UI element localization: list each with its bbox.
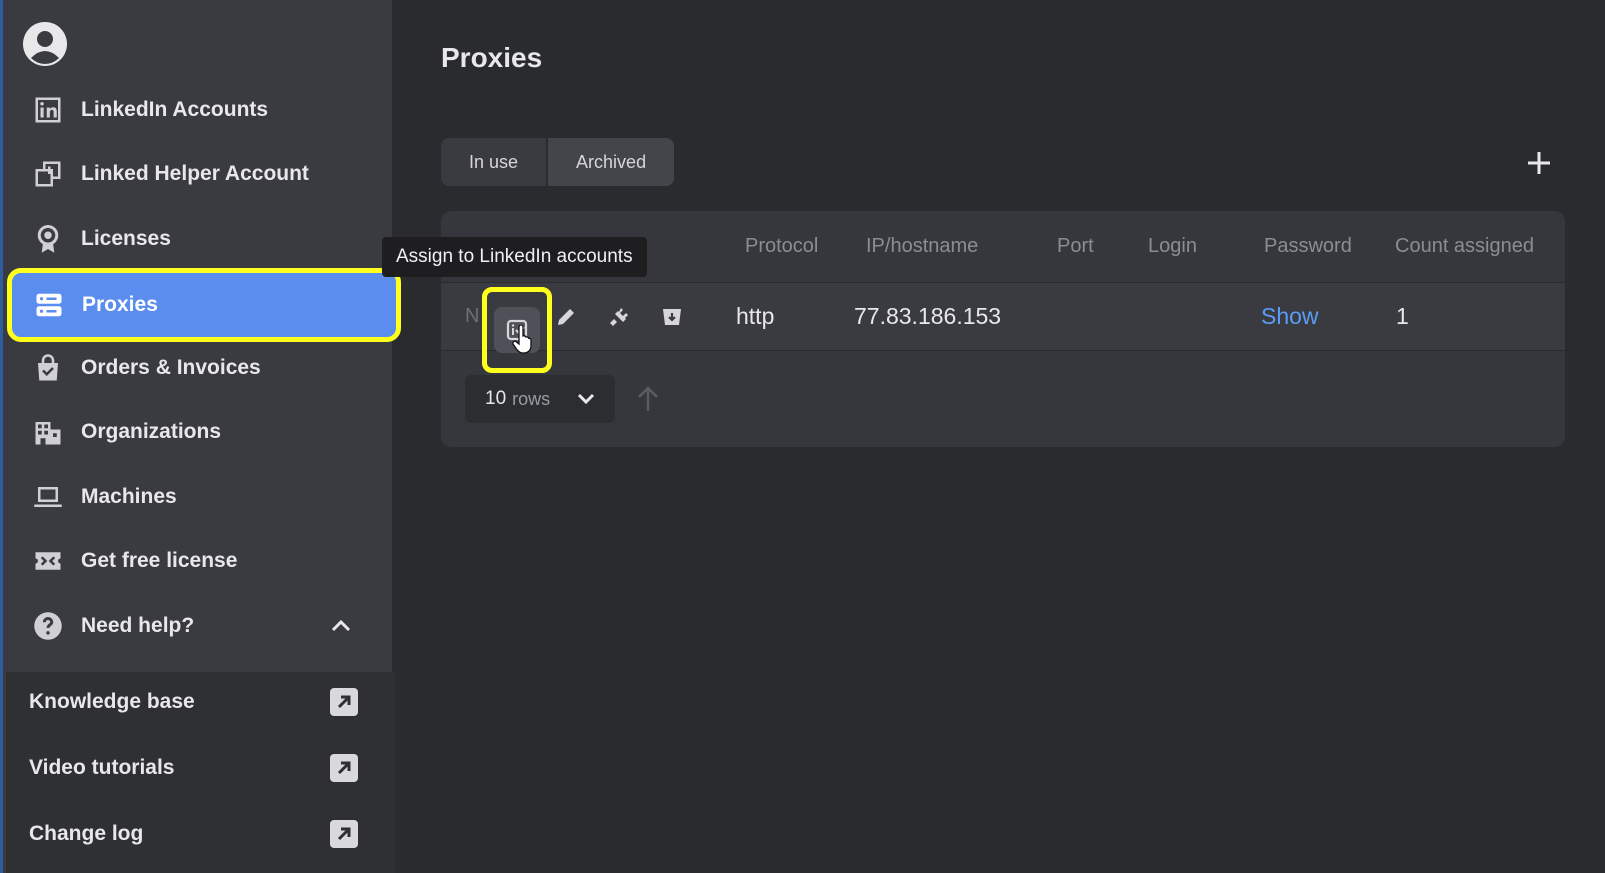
- archive-button[interactable]: [652, 297, 692, 337]
- external-link-icon: [330, 688, 358, 716]
- column-header-count-assigned[interactable]: Count assigned: [1395, 235, 1534, 258]
- ticket-icon: [31, 544, 65, 578]
- help-links: Knowledge base Video tutorials Change lo…: [6, 672, 395, 873]
- archive-box-icon: [663, 309, 681, 325]
- column-header-protocol[interactable]: Protocol: [745, 235, 818, 258]
- column-header-ip-hostname[interactable]: IP/hostname: [866, 235, 978, 258]
- tab-bar: In use Archived: [441, 138, 675, 186]
- sidebar-item-licenses[interactable]: Licenses: [11, 207, 391, 271]
- test-proxy-button[interactable]: [599, 297, 639, 337]
- edit-button[interactable]: [546, 297, 586, 337]
- award-ribbon-icon: [31, 222, 65, 256]
- pencil-icon: [558, 309, 574, 325]
- page-title: Proxies: [441, 42, 543, 73]
- user-avatar-icon[interactable]: [23, 22, 67, 66]
- help-link-knowledge-base[interactable]: Knowledge base: [6, 672, 395, 732]
- sidebar-item-label: Orders & Invoices: [81, 356, 261, 379]
- sidebar-item-proxies[interactable]: Proxies: [7, 268, 401, 342]
- tab-in-use[interactable]: In use: [441, 138, 546, 186]
- sidebar-item-label: Linked Helper Account: [81, 162, 309, 185]
- question-circle-icon: [31, 609, 65, 643]
- sidebar-item-need-help[interactable]: Need help?: [11, 594, 391, 658]
- copy-window-icon: [31, 157, 65, 191]
- sidebar-item-label: Proxies: [82, 293, 158, 316]
- column-header-password[interactable]: Password: [1264, 235, 1352, 258]
- arrow-up-icon[interactable]: [635, 385, 661, 413]
- cell-ip-hostname: 77.83.186.153: [854, 303, 1002, 329]
- column-header-port[interactable]: Port: [1057, 235, 1094, 258]
- sidebar-item-label: LinkedIn Accounts: [81, 98, 269, 121]
- add-proxy-button[interactable]: [1524, 148, 1554, 178]
- plug-icon: [610, 308, 628, 326]
- hand-pointer-cursor-icon: [512, 324, 534, 355]
- cell-count-assigned: 1: [1396, 303, 1409, 329]
- sidebar-item-linked-helper-account[interactable]: Linked Helper Account: [11, 142, 391, 206]
- rows-per-page-select[interactable]: 10 rows: [465, 375, 615, 423]
- help-link-change-log[interactable]: Change log: [6, 804, 395, 864]
- help-link-video-tutorials[interactable]: Video tutorials: [6, 738, 395, 798]
- linkedin-icon: [31, 93, 65, 127]
- sidebar-item-machines[interactable]: Machines: [11, 465, 391, 529]
- external-link-icon: [330, 820, 358, 848]
- sidebar-item-label: Machines: [81, 485, 177, 508]
- table-row: N http 77.83.186.153 Show 1: [441, 283, 1565, 373]
- sidebar-item-linkedin-accounts[interactable]: LinkedIn Accounts: [11, 78, 391, 142]
- show-password-link[interactable]: Show: [1261, 303, 1319, 330]
- server-icon: [32, 288, 66, 322]
- sidebar-item-label: Licenses: [81, 227, 171, 250]
- rows-per-page-unit: rows: [512, 388, 551, 409]
- help-link-label: Knowledge base: [29, 690, 195, 713]
- column-header-login[interactable]: Login: [1148, 235, 1197, 258]
- external-link-icon: [330, 754, 358, 782]
- shopping-bag-icon: [31, 351, 65, 385]
- sidebar-item-get-free-license[interactable]: Get free license: [11, 529, 391, 593]
- sidebar-item-organizations[interactable]: Organizations: [11, 400, 391, 464]
- sidebar: LinkedIn Accounts Linked Helper Account …: [0, 0, 401, 873]
- sidebar-item-label: Need help?: [81, 614, 195, 637]
- chevron-up-icon[interactable]: [329, 614, 353, 638]
- row-name-cell: N: [465, 305, 480, 327]
- chevron-down-icon: [575, 388, 597, 410]
- rows-per-page-value: 10: [485, 388, 507, 409]
- help-link-label: Change log: [29, 822, 144, 845]
- building-icon: [31, 415, 65, 449]
- tooltip: Assign to LinkedIn accounts: [382, 237, 647, 277]
- laptop-icon: [31, 480, 65, 514]
- help-link-label: Video tutorials: [29, 756, 175, 779]
- sidebar-item-label: Get free license: [81, 549, 238, 572]
- sidebar-item-orders-invoices[interactable]: Orders & Invoices: [11, 336, 391, 400]
- plus-icon: [1528, 152, 1550, 174]
- tab-archived[interactable]: Archived: [546, 138, 675, 186]
- sidebar-item-label: Organizations: [81, 420, 222, 443]
- cell-protocol: http: [736, 303, 775, 329]
